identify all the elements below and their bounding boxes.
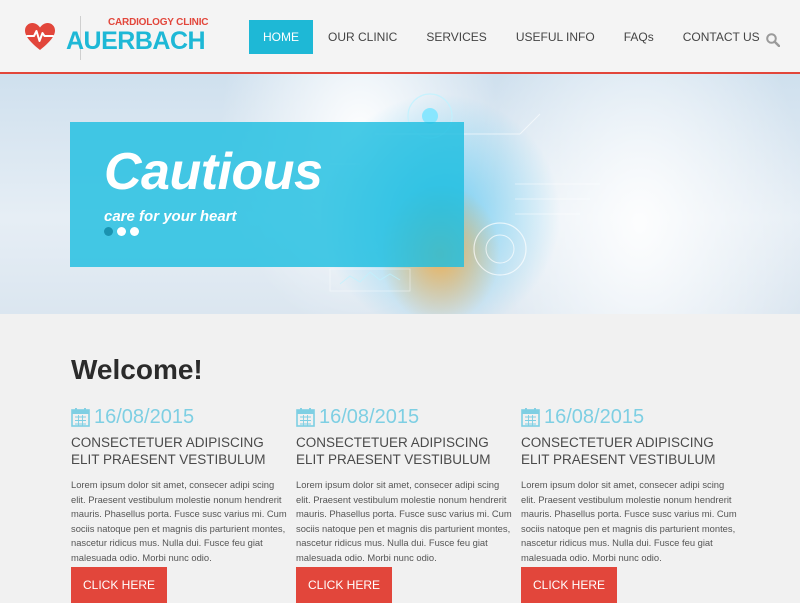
post-title: CONSECTETUER ADIPISCING ELIT PRAESENT VE… xyxy=(296,435,491,467)
post-title: CONSECTETUER ADIPISCING ELIT PRAESENT VE… xyxy=(71,435,266,467)
nav-home[interactable]: HOME xyxy=(249,20,313,54)
main-nav: HOME OUR CLINIC SERVICES USEFUL INFO FAQ… xyxy=(249,20,774,54)
hero-title: Cautious xyxy=(104,143,323,201)
search-icon[interactable] xyxy=(766,33,780,47)
calendar-icon xyxy=(521,408,540,427)
news-column-3: 16/08/2015 CONSECTETUER ADIPISCING ELIT … xyxy=(521,404,741,566)
click-here-button-1[interactable]: CLICK HERE xyxy=(71,567,167,603)
nav-our-clinic[interactable]: OUR CLINIC xyxy=(314,20,411,54)
nav-faqs[interactable]: FAQs xyxy=(610,20,668,54)
post-text: Lorem ipsum dolor sit amet, consecer adi… xyxy=(521,479,737,563)
news-column-1: 16/08/2015 CONSECTETUER ADIPISCING ELIT … xyxy=(71,404,291,566)
site-header: CARDIOLOGY CLINIC AUERBACH HOME OUR CLIN… xyxy=(0,0,800,74)
post-date: 16/08/2015 xyxy=(544,405,645,428)
heart-pulse-icon xyxy=(25,23,55,50)
hero-slider: Cautious care for your heart xyxy=(0,74,800,314)
hero-subtitle: care for your heart xyxy=(104,208,237,225)
logo[interactable]: CARDIOLOGY CLINIC AUERBACH xyxy=(24,16,209,60)
calendar-icon xyxy=(71,408,90,427)
logo-title: AUERBACH xyxy=(66,27,206,55)
slider-dot-3[interactable] xyxy=(130,227,139,236)
slider-dot-2[interactable] xyxy=(117,227,126,236)
nav-useful-info[interactable]: USEFUL INFO xyxy=(502,20,609,54)
click-here-button-2[interactable]: CLICK HERE xyxy=(296,567,392,603)
date-row: 16/08/2015 xyxy=(296,404,516,430)
calendar-icon xyxy=(296,408,315,427)
post-date: 16/08/2015 xyxy=(319,405,420,428)
welcome-heading: Welcome! xyxy=(71,354,203,385)
date-row: 16/08/2015 xyxy=(71,404,291,430)
post-date: 16/08/2015 xyxy=(94,405,195,428)
news-column-2: 16/08/2015 CONSECTETUER ADIPISCING ELIT … xyxy=(296,404,516,566)
slider-dot-1[interactable] xyxy=(104,227,113,236)
post-text: Lorem ipsum dolor sit amet, consecer adi… xyxy=(296,479,512,563)
nav-contact-us[interactable]: CONTACT US xyxy=(669,20,774,54)
click-here-button-3[interactable]: CLICK HERE xyxy=(521,567,617,603)
slider-pagination xyxy=(104,227,143,236)
nav-services[interactable]: SERVICES xyxy=(412,20,500,54)
post-title: CONSECTETUER ADIPISCING ELIT PRAESENT VE… xyxy=(521,435,716,467)
date-row: 16/08/2015 xyxy=(521,404,741,430)
hero-caption-box: Cautious care for your heart xyxy=(70,122,464,267)
post-text: Lorem ipsum dolor sit amet, consecer adi… xyxy=(71,479,287,563)
